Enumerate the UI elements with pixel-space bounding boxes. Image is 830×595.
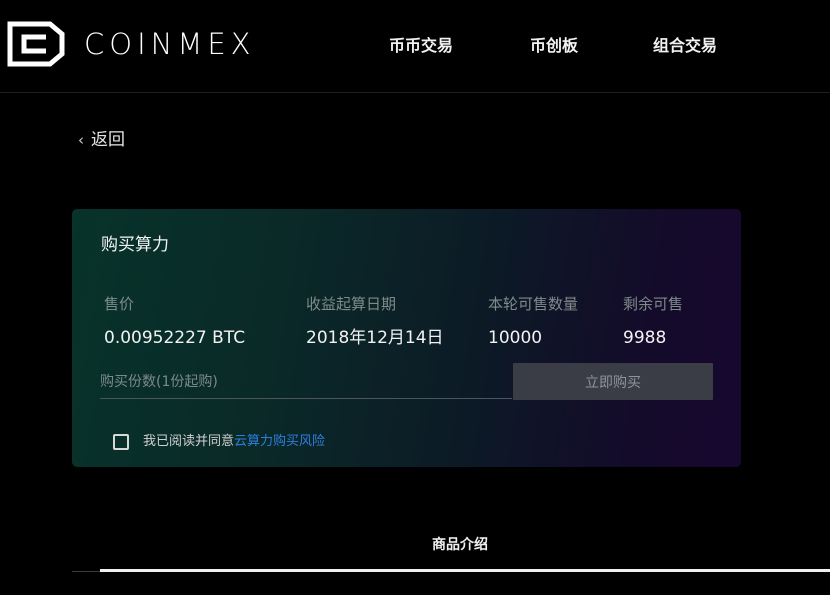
agreement-row: 我已阅读并同意 云算力购买风险 <box>113 433 325 451</box>
top-header: COINMEX 币币交易 币创板 组合交易 <box>0 0 830 93</box>
purchase-card: 购买算力 售价 0.00952227 BTC 收益起算日期 2018年12月14… <box>72 209 741 467</box>
price-value: 0.00952227 BTC <box>104 328 246 348</box>
nav-combo-trading[interactable]: 组合交易 <box>653 35 717 57</box>
remaining-value: 9988 <box>623 328 667 348</box>
start-date-label: 收益起算日期 <box>306 295 397 313</box>
price-label: 售价 <box>104 295 135 313</box>
coinmex-logo-icon[interactable] <box>6 20 66 68</box>
brand-name[interactable]: COINMEX <box>84 28 256 60</box>
tab-product-intro[interactable]: 商品介绍 <box>432 535 488 555</box>
agree-checkbox[interactable] <box>113 434 129 450</box>
agreement-text: 我已阅读并同意 <box>143 434 235 449</box>
card-title: 购买算力 <box>101 235 169 255</box>
chevron-left-icon: ‹ <box>78 131 84 149</box>
round-quantity-value: 10000 <box>488 328 543 348</box>
back-link[interactable]: ‹ 返回 <box>78 129 125 151</box>
nav-spot-trading[interactable]: 币币交易 <box>389 35 453 57</box>
risk-disclosure-link[interactable]: 云算力购买风险 <box>234 433 325 451</box>
nav-innovation-board[interactable]: 币创板 <box>530 35 578 57</box>
tab-divider <box>72 571 100 572</box>
round-quantity-label: 本轮可售数量 <box>488 295 579 313</box>
remaining-label: 剩余可售 <box>623 295 684 313</box>
back-label: 返回 <box>91 130 125 150</box>
start-date-value: 2018年12月14日 <box>306 328 444 348</box>
quantity-input[interactable] <box>100 365 512 399</box>
buy-now-button[interactable]: 立即购买 <box>513 363 713 400</box>
tab-active-indicator <box>100 569 830 572</box>
